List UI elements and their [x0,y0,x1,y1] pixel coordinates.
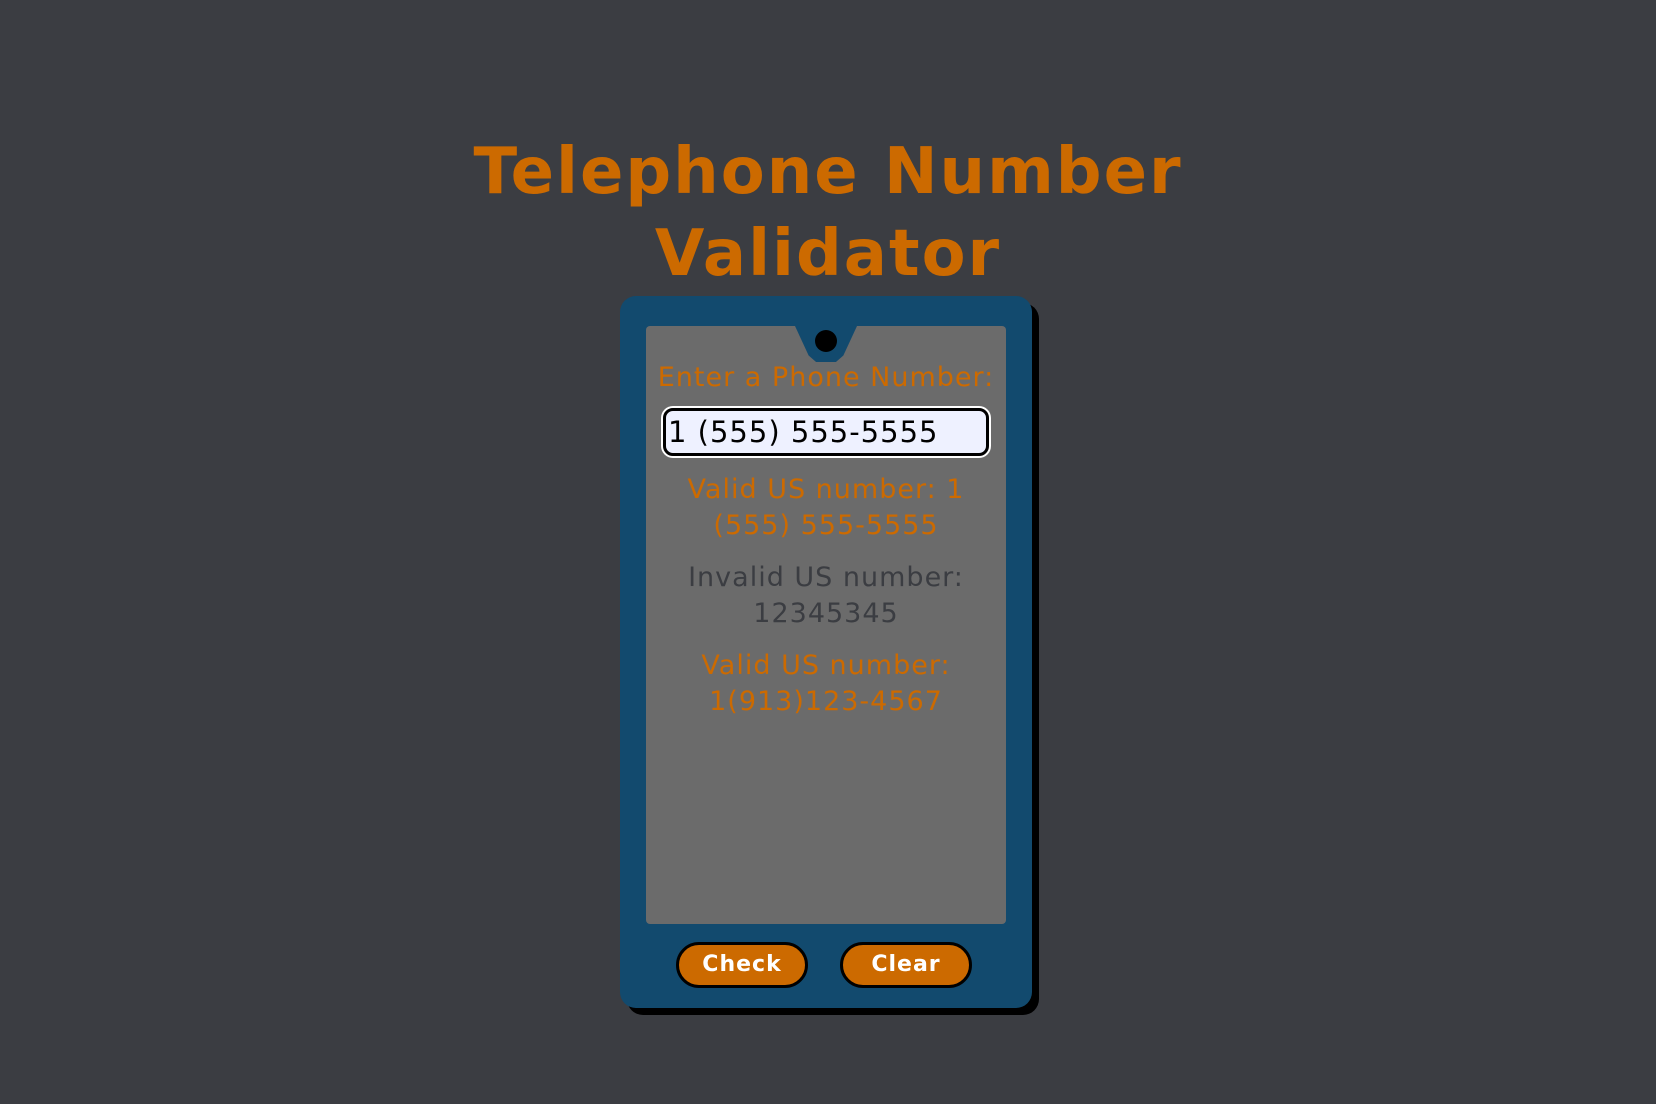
phone-container: Enter a Phone Number: Valid US number: 1… [620,296,1032,1008]
result-item-valid: Valid US number: 1(913)123-4567 [701,650,951,717]
phone-number-input[interactable] [666,411,986,453]
page-title-line-2: Validator [654,216,1002,291]
phone-screen: Enter a Phone Number: Valid US number: 1… [646,326,1006,924]
page-title-line-1: Telephone Number [473,134,1183,209]
results-list: Valid US number: 1 (555) 555-5555 Invali… [646,472,1006,736]
phone-input-wrapper [663,408,989,456]
result-item-invalid: Invalid US number: 12345345 [688,562,964,629]
page-title: Telephone Number Validator [0,131,1656,295]
camera-icon [815,330,837,352]
input-label: Enter a Phone Number: [657,362,995,393]
page: Telephone Number Validator Enter a Phone… [0,0,1656,1104]
result-item-valid: Valid US number: 1 (555) 555-5555 [687,474,965,541]
clear-button[interactable]: Clear [840,942,972,988]
check-button[interactable]: Check [676,942,808,988]
